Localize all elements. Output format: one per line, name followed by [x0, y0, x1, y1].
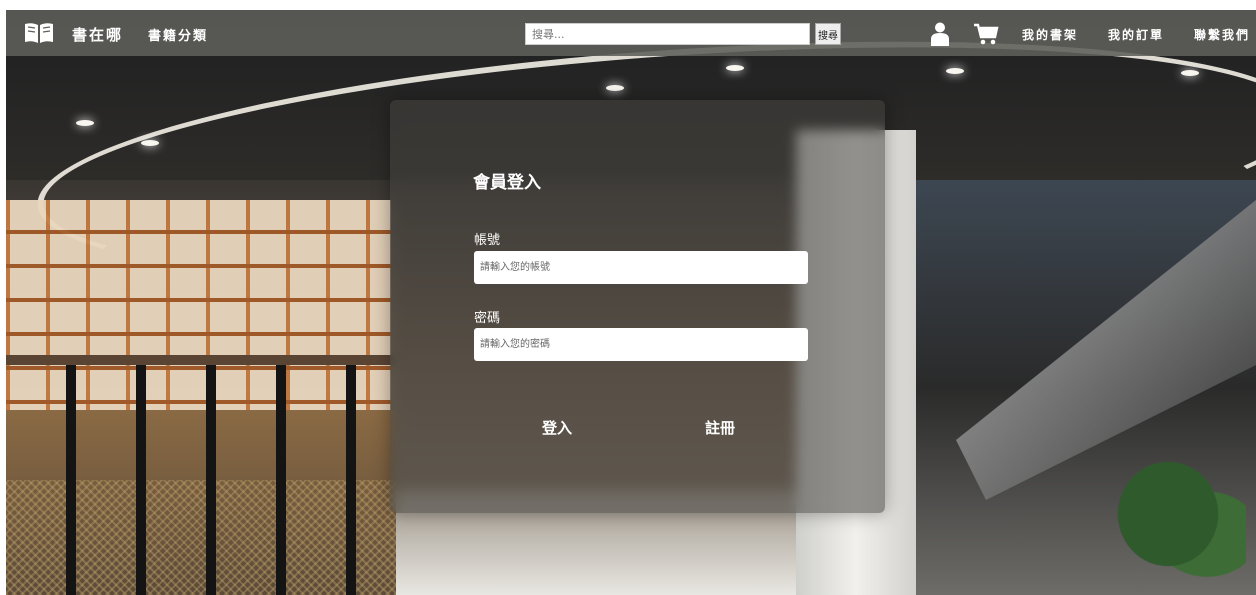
ceiling-light	[141, 140, 159, 146]
account-input[interactable]	[474, 251, 808, 284]
login-button[interactable]: 登入	[542, 417, 572, 438]
password-label: 密碼	[474, 311, 501, 326]
shopping-cart-icon[interactable]	[973, 23, 999, 45]
contact-us-link[interactable]: 聯繫我們	[1194, 26, 1250, 43]
login-panel	[390, 100, 885, 513]
ceiling-light	[76, 120, 94, 126]
user-icon[interactable]	[930, 22, 950, 46]
ceiling-light	[726, 65, 744, 71]
my-bookshelf-link[interactable]: 我的書架	[1022, 26, 1078, 43]
password-input[interactable]	[474, 328, 808, 361]
top-navbar: 書在哪 書籍分類 搜尋 我的書架 我的訂單 聯繫我們	[6, 10, 1256, 56]
register-button[interactable]: 註冊	[705, 417, 735, 438]
open-book-icon[interactable]	[24, 22, 54, 44]
plant	[1116, 460, 1246, 595]
ceiling-light	[946, 68, 964, 74]
book-categories-link[interactable]: 書籍分類	[148, 25, 208, 44]
search-input[interactable]	[525, 23, 810, 45]
railing	[6, 355, 396, 595]
account-label: 帳號	[474, 233, 501, 248]
ceiling-light	[1181, 70, 1199, 76]
ceiling-light	[606, 85, 624, 91]
login-title: 會員登入	[473, 173, 541, 193]
brand-name[interactable]: 書在哪	[72, 24, 123, 45]
search-button[interactable]: 搜尋	[815, 23, 841, 45]
my-orders-link[interactable]: 我的訂單	[1108, 26, 1164, 43]
